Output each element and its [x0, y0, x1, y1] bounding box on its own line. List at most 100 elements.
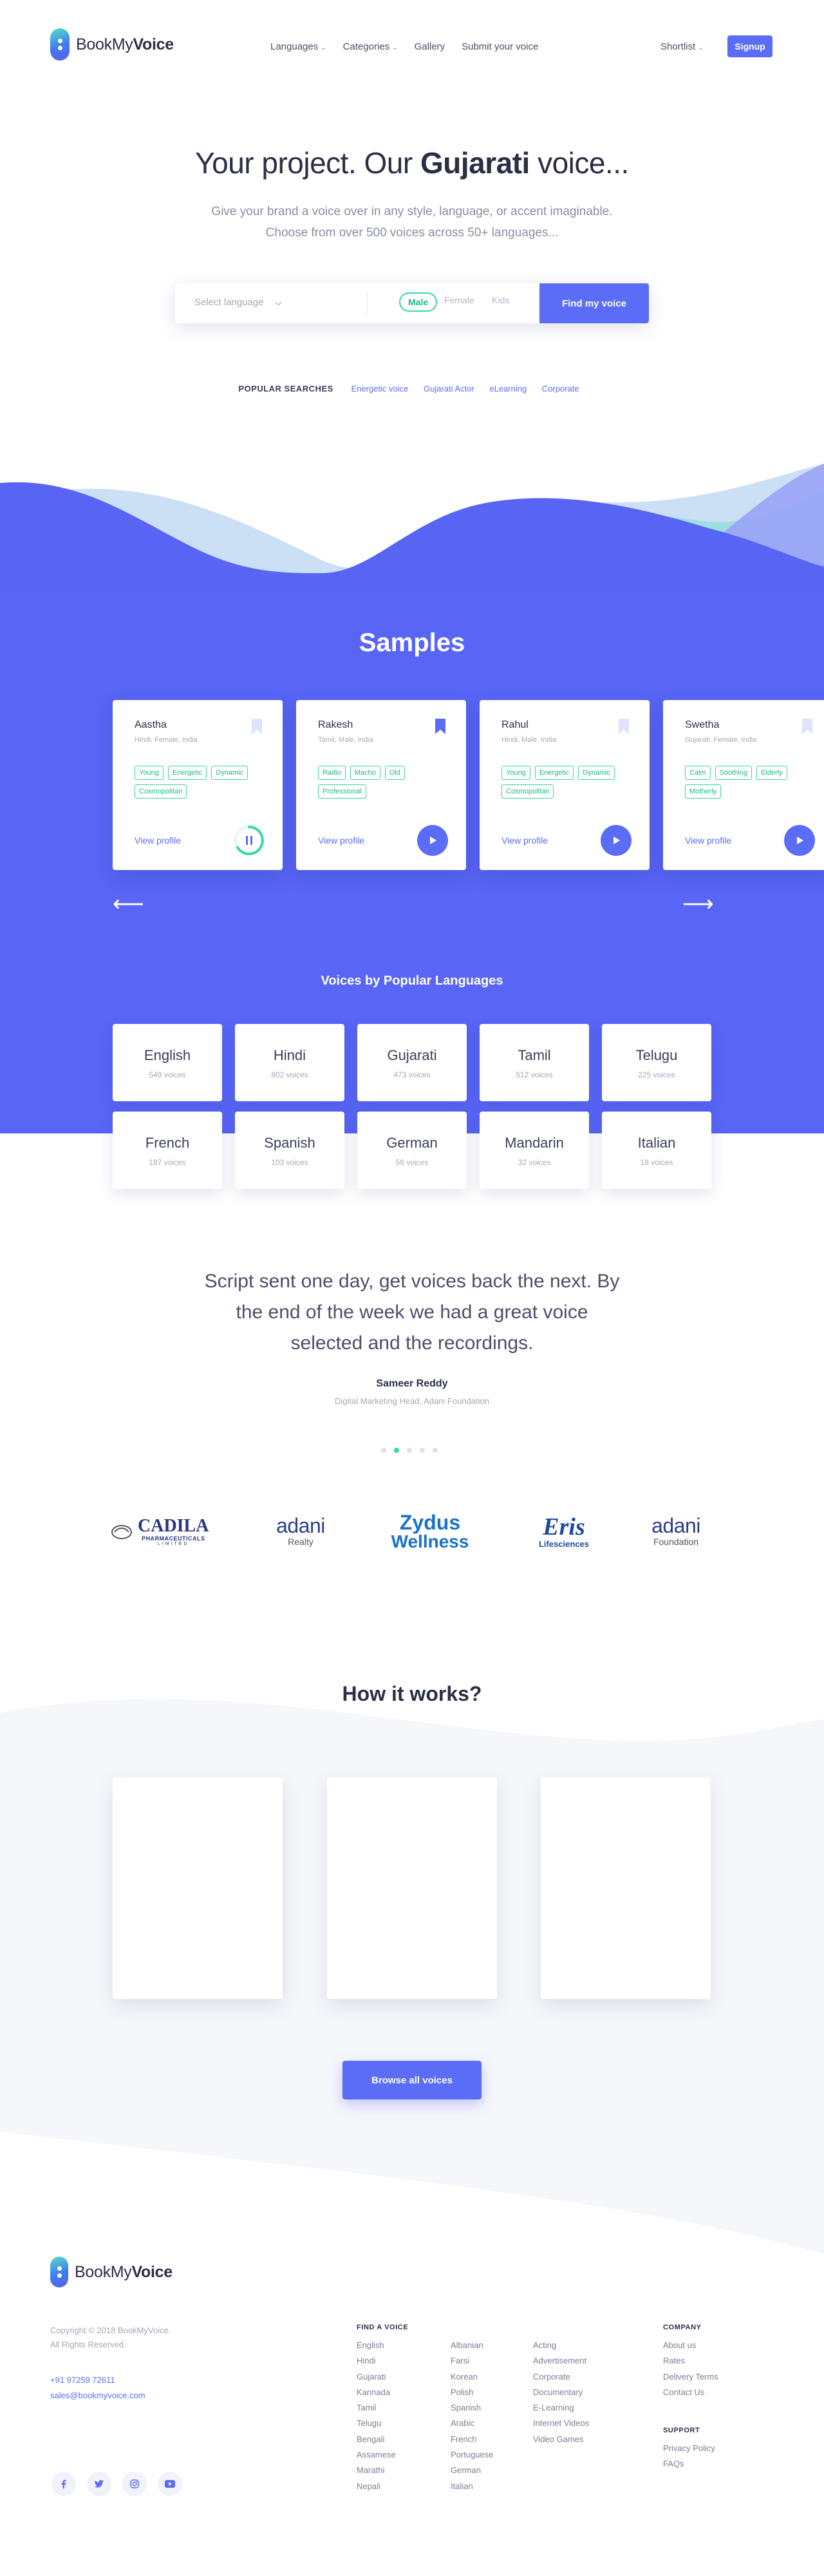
- footer-link[interactable]: Assamese: [357, 2447, 396, 2463]
- youtube-icon[interactable]: [158, 2472, 182, 2496]
- facebook-icon[interactable]: [52, 2472, 76, 2496]
- twitter-icon[interactable]: [87, 2472, 111, 2496]
- footer-languages-col2: Albanian Farsi Korean Polish Spanish Ara…: [451, 2338, 494, 2494]
- language-count: 187 voices: [149, 1158, 186, 1167]
- language-card[interactable]: Hindi 802 voices: [235, 1024, 344, 1101]
- language-card[interactable]: Spanish 103 voices: [235, 1112, 344, 1189]
- carousel-prev-arrow-icon[interactable]: ⟵: [113, 891, 144, 917]
- carousel-dot-active[interactable]: [394, 1448, 399, 1453]
- voice-tag: Motherly: [685, 784, 722, 799]
- footer-link[interactable]: Polish: [451, 2385, 494, 2400]
- footer-link[interactable]: Video Games: [533, 2432, 589, 2447]
- footer-link[interactable]: Marathi: [357, 2463, 396, 2478]
- footer-link[interactable]: Delivery Terms: [663, 2369, 718, 2385]
- language-name: German: [386, 1135, 438, 1151]
- gender-option-male[interactable]: Male: [399, 292, 438, 312]
- voice-search-bar: Select language ⌵ Male Female Kids Find m…: [175, 283, 649, 323]
- nav-categories[interactable]: Categories ⌄: [343, 41, 398, 52]
- play-button[interactable]: [417, 825, 448, 856]
- popular-searches: POPULAR SEARCHES Energetic voice Gujarat…: [0, 384, 824, 393]
- footer-link[interactable]: Rates: [663, 2353, 718, 2369]
- main-nav: Languages ⌄ Categories ⌄ Gallery Submit yo…: [270, 41, 538, 52]
- play-button[interactable]: [784, 825, 815, 856]
- view-profile-link[interactable]: View profile: [685, 835, 731, 846]
- phone-link[interactable]: +91 97259 72611: [50, 2372, 145, 2388]
- footer-link[interactable]: German: [451, 2463, 494, 2478]
- view-profile-link[interactable]: View profile: [135, 835, 181, 846]
- nav-languages[interactable]: Languages ⌄: [270, 41, 326, 52]
- footer-link[interactable]: Advertisement: [533, 2353, 589, 2369]
- language-name: Tamil: [518, 1047, 551, 1063]
- language-card[interactable]: Mandarin 32 voices: [480, 1112, 589, 1189]
- footer-link[interactable]: Acting: [533, 2338, 589, 2353]
- bookmark-icon[interactable]: [250, 718, 263, 735]
- footer-link[interactable]: Kannada: [357, 2385, 396, 2400]
- footer-link[interactable]: Contact Us: [663, 2385, 718, 2400]
- bookmark-icon[interactable]: [617, 718, 630, 735]
- browse-all-voices-button[interactable]: Browse all voices: [342, 2061, 482, 2099]
- footer-logo[interactable]: BookMyVoice: [50, 2257, 173, 2287]
- footer-link[interactable]: About us: [663, 2338, 718, 2353]
- popular-tag[interactable]: Gujarati Actor: [424, 384, 474, 393]
- footer-link[interactable]: Spanish: [451, 2400, 494, 2416]
- language-card[interactable]: Telugu 225 voices: [602, 1024, 711, 1101]
- play-button[interactable]: [601, 825, 632, 856]
- voice-tag: Elderly: [756, 766, 787, 780]
- gender-option-kids[interactable]: Kids: [492, 295, 509, 305]
- footer-link[interactable]: Privacy Policy: [663, 2441, 715, 2456]
- footer-link[interactable]: Internet Videos: [533, 2416, 589, 2431]
- brand-logo[interactable]: BookMyVoice: [50, 28, 174, 61]
- footer-link[interactable]: Nepali: [357, 2479, 396, 2494]
- gender-option-female[interactable]: Female: [444, 295, 474, 305]
- carousel-dots: [381, 1448, 438, 1453]
- bookmark-icon[interactable]: [801, 718, 814, 735]
- footer-link[interactable]: Arabic: [451, 2416, 494, 2431]
- carousel-dot[interactable]: [420, 1448, 425, 1453]
- popular-tag[interactable]: Corporate: [542, 384, 579, 393]
- chevron-down-icon: ⌄: [392, 44, 398, 52]
- footer-link[interactable]: Documentary: [533, 2385, 589, 2400]
- footer-link[interactable]: Telugu: [357, 2416, 396, 2431]
- footer-link[interactable]: English: [357, 2338, 396, 2353]
- view-profile-link[interactable]: View profile: [318, 835, 364, 846]
- footer-link[interactable]: Portuguese: [451, 2447, 494, 2463]
- language-card[interactable]: French 187 voices: [113, 1112, 222, 1189]
- footer-link[interactable]: Italian: [451, 2479, 494, 2494]
- footer-link[interactable]: Hindi: [357, 2353, 396, 2369]
- carousel-next-arrow-icon[interactable]: ⟶: [682, 891, 714, 917]
- footer-link[interactable]: Farsi: [451, 2353, 494, 2369]
- footer-link[interactable]: Corporate: [533, 2369, 589, 2385]
- footer-link[interactable]: French: [451, 2432, 494, 2447]
- voice-meta: Tamil, Male, India: [318, 736, 373, 744]
- nav-gallery[interactable]: Gallery: [415, 41, 445, 52]
- footer-link[interactable]: Gujarati: [357, 2369, 396, 2385]
- pause-icon[interactable]: [234, 825, 265, 856]
- bookmark-icon[interactable]: [434, 718, 447, 735]
- language-card[interactable]: German 56 voices: [357, 1112, 467, 1189]
- view-profile-link[interactable]: View profile: [501, 835, 548, 846]
- footer-link[interactable]: Albanian: [451, 2338, 494, 2353]
- popular-tag[interactable]: eLearning: [489, 384, 527, 393]
- language-count: 512 voices: [516, 1070, 553, 1079]
- footer-link[interactable]: Korean: [451, 2369, 494, 2385]
- footer-link[interactable]: Tamil: [357, 2400, 396, 2416]
- instagram-icon[interactable]: [122, 2472, 147, 2496]
- language-card[interactable]: Tamil 512 voices: [480, 1024, 589, 1101]
- email-link[interactable]: sales@bookmyvoice.com: [50, 2388, 145, 2403]
- signup-button[interactable]: Signup: [727, 35, 772, 57]
- carousel-dot[interactable]: [433, 1448, 438, 1453]
- carousel-dot[interactable]: [407, 1448, 412, 1453]
- language-name: English: [144, 1047, 191, 1063]
- popular-tag[interactable]: Energetic voice: [351, 384, 408, 393]
- footer-link[interactable]: FAQs: [663, 2456, 715, 2472]
- language-card[interactable]: English 549 voices: [113, 1024, 222, 1101]
- nav-submit-voice[interactable]: Submit your voice: [462, 41, 538, 52]
- carousel-dot[interactable]: [381, 1448, 386, 1453]
- footer-link[interactable]: Bengali: [357, 2432, 396, 2447]
- language-card[interactable]: Italian 18 voices: [602, 1112, 711, 1189]
- footer-link[interactable]: E-Learning: [533, 2400, 589, 2416]
- shortlist-menu[interactable]: Shortlist ⌄: [660, 41, 704, 52]
- language-select[interactable]: Select language ⌵: [194, 297, 281, 308]
- find-voice-button[interactable]: Find my voice: [539, 283, 649, 323]
- language-card[interactable]: Gujarati 473 voices: [357, 1024, 467, 1101]
